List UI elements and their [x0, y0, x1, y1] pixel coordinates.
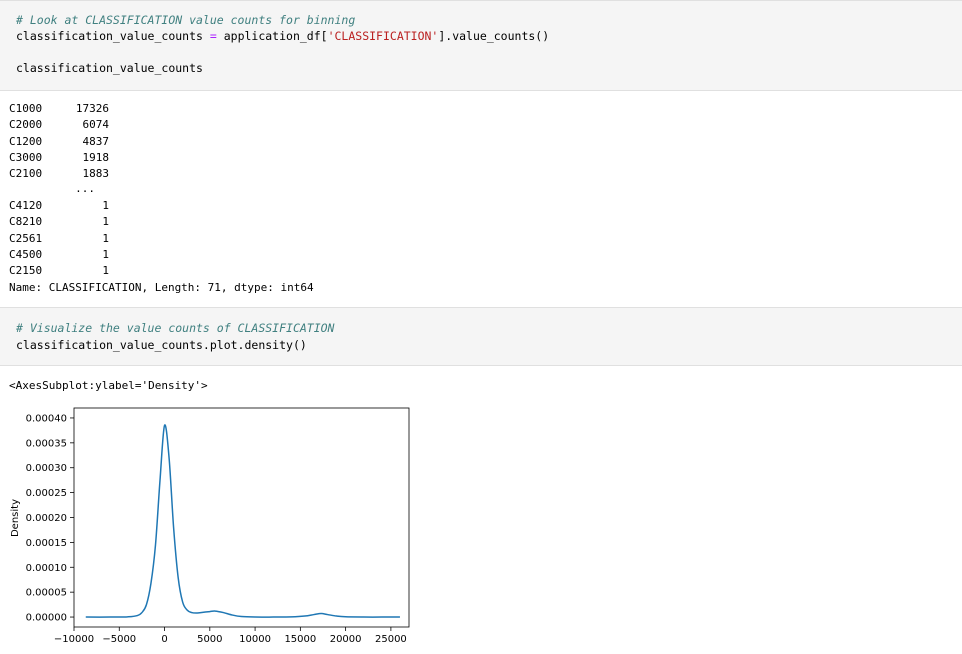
- value-count-key: C2000: [9, 118, 43, 132]
- value-count-value: 6074: [82, 118, 110, 132]
- code-comment: # Visualize the value counts of CLASSIFI…: [16, 321, 335, 335]
- y-tick-label: 0.00015: [26, 538, 67, 549]
- ellipsis-row: ...: [75, 181, 95, 195]
- value-count-key: C2150: [9, 264, 43, 278]
- value-count-value: 1: [102, 231, 109, 245]
- value-count-key: C2561: [9, 231, 43, 245]
- code-line: classification_value_counts: [16, 61, 203, 75]
- value-count-key: C4120: [9, 199, 43, 212]
- density-chart: 0.00000 0.00005 0.00010 0.00015 0.00020 0.000…: [10, 407, 410, 645]
- code-line: classification_value_counts.plot.density…: [16, 338, 307, 352]
- value-count-value: 4837: [82, 134, 110, 148]
- x-tick-label: 0: [161, 634, 167, 645]
- y-tick-label: 0.00005: [26, 588, 67, 599]
- value-count-key: C4500: [9, 247, 43, 261]
- x-tick-label: 5000: [197, 634, 222, 645]
- x-tick-label: 15000: [284, 634, 316, 645]
- y-tick-label: 0.00000: [26, 613, 67, 624]
- code-token-tail: ].value_counts(): [438, 29, 550, 43]
- x-tick-label: 20000: [330, 634, 362, 645]
- value-count-key: C1000: [9, 102, 43, 115]
- y-tick-label: 0.00030: [26, 463, 67, 474]
- plot-frame: [73, 407, 410, 628]
- x-tick-label: 25000: [375, 634, 407, 645]
- value-count-key: C3000: [9, 150, 43, 164]
- code-comment: # Look at CLASSIFICATION value counts fo…: [16, 13, 356, 27]
- y-axis-label: Density: [10, 499, 21, 537]
- series-footer: Name: CLASSIFICATION, Length: 71, dtype:…: [9, 281, 314, 294]
- y-tick-label: 0.00020: [26, 513, 67, 524]
- code-token-operator: =: [202, 29, 224, 43]
- value-count-value: 17326: [75, 102, 109, 115]
- y-tick-label: 0.00025: [26, 488, 67, 499]
- y-tick-label: 0.00040: [26, 413, 67, 424]
- value-count-key: C8210: [9, 215, 43, 229]
- value-count-value: 1: [102, 215, 109, 229]
- y-tick-label: 0.00035: [26, 438, 67, 449]
- x-tick-label: −10000: [54, 634, 94, 645]
- code-token-var: classification_value_counts: [16, 29, 203, 43]
- y-tick-label: 0.00010: [26, 563, 67, 574]
- x-tick-label: 10000: [239, 634, 271, 645]
- code-line: classification_value_counts = applicatio…: [16, 28, 549, 44]
- value-count-value: 1: [102, 199, 109, 212]
- code-token-string: 'CLASSIFICATION': [327, 29, 439, 43]
- code-token-call: application_df[: [223, 29, 328, 43]
- axes-repr-output: <AxesSubplot:ylabel='Density'>: [9, 379, 208, 392]
- value-count-value: 1918: [82, 150, 110, 164]
- value-count-key: C1200: [9, 134, 43, 148]
- value-count-value: 1: [102, 247, 109, 261]
- value-count-value: 1: [102, 264, 109, 278]
- value-count-key: C2100: [9, 167, 43, 181]
- code-cell-input-1[interactable]: # Look at CLASSIFICATION value counts fo…: [0, 0, 962, 91]
- x-tick-label: −5000: [102, 634, 136, 645]
- code-cell-input-2[interactable]: # Visualize the value counts of CLASSIFI…: [0, 307, 962, 366]
